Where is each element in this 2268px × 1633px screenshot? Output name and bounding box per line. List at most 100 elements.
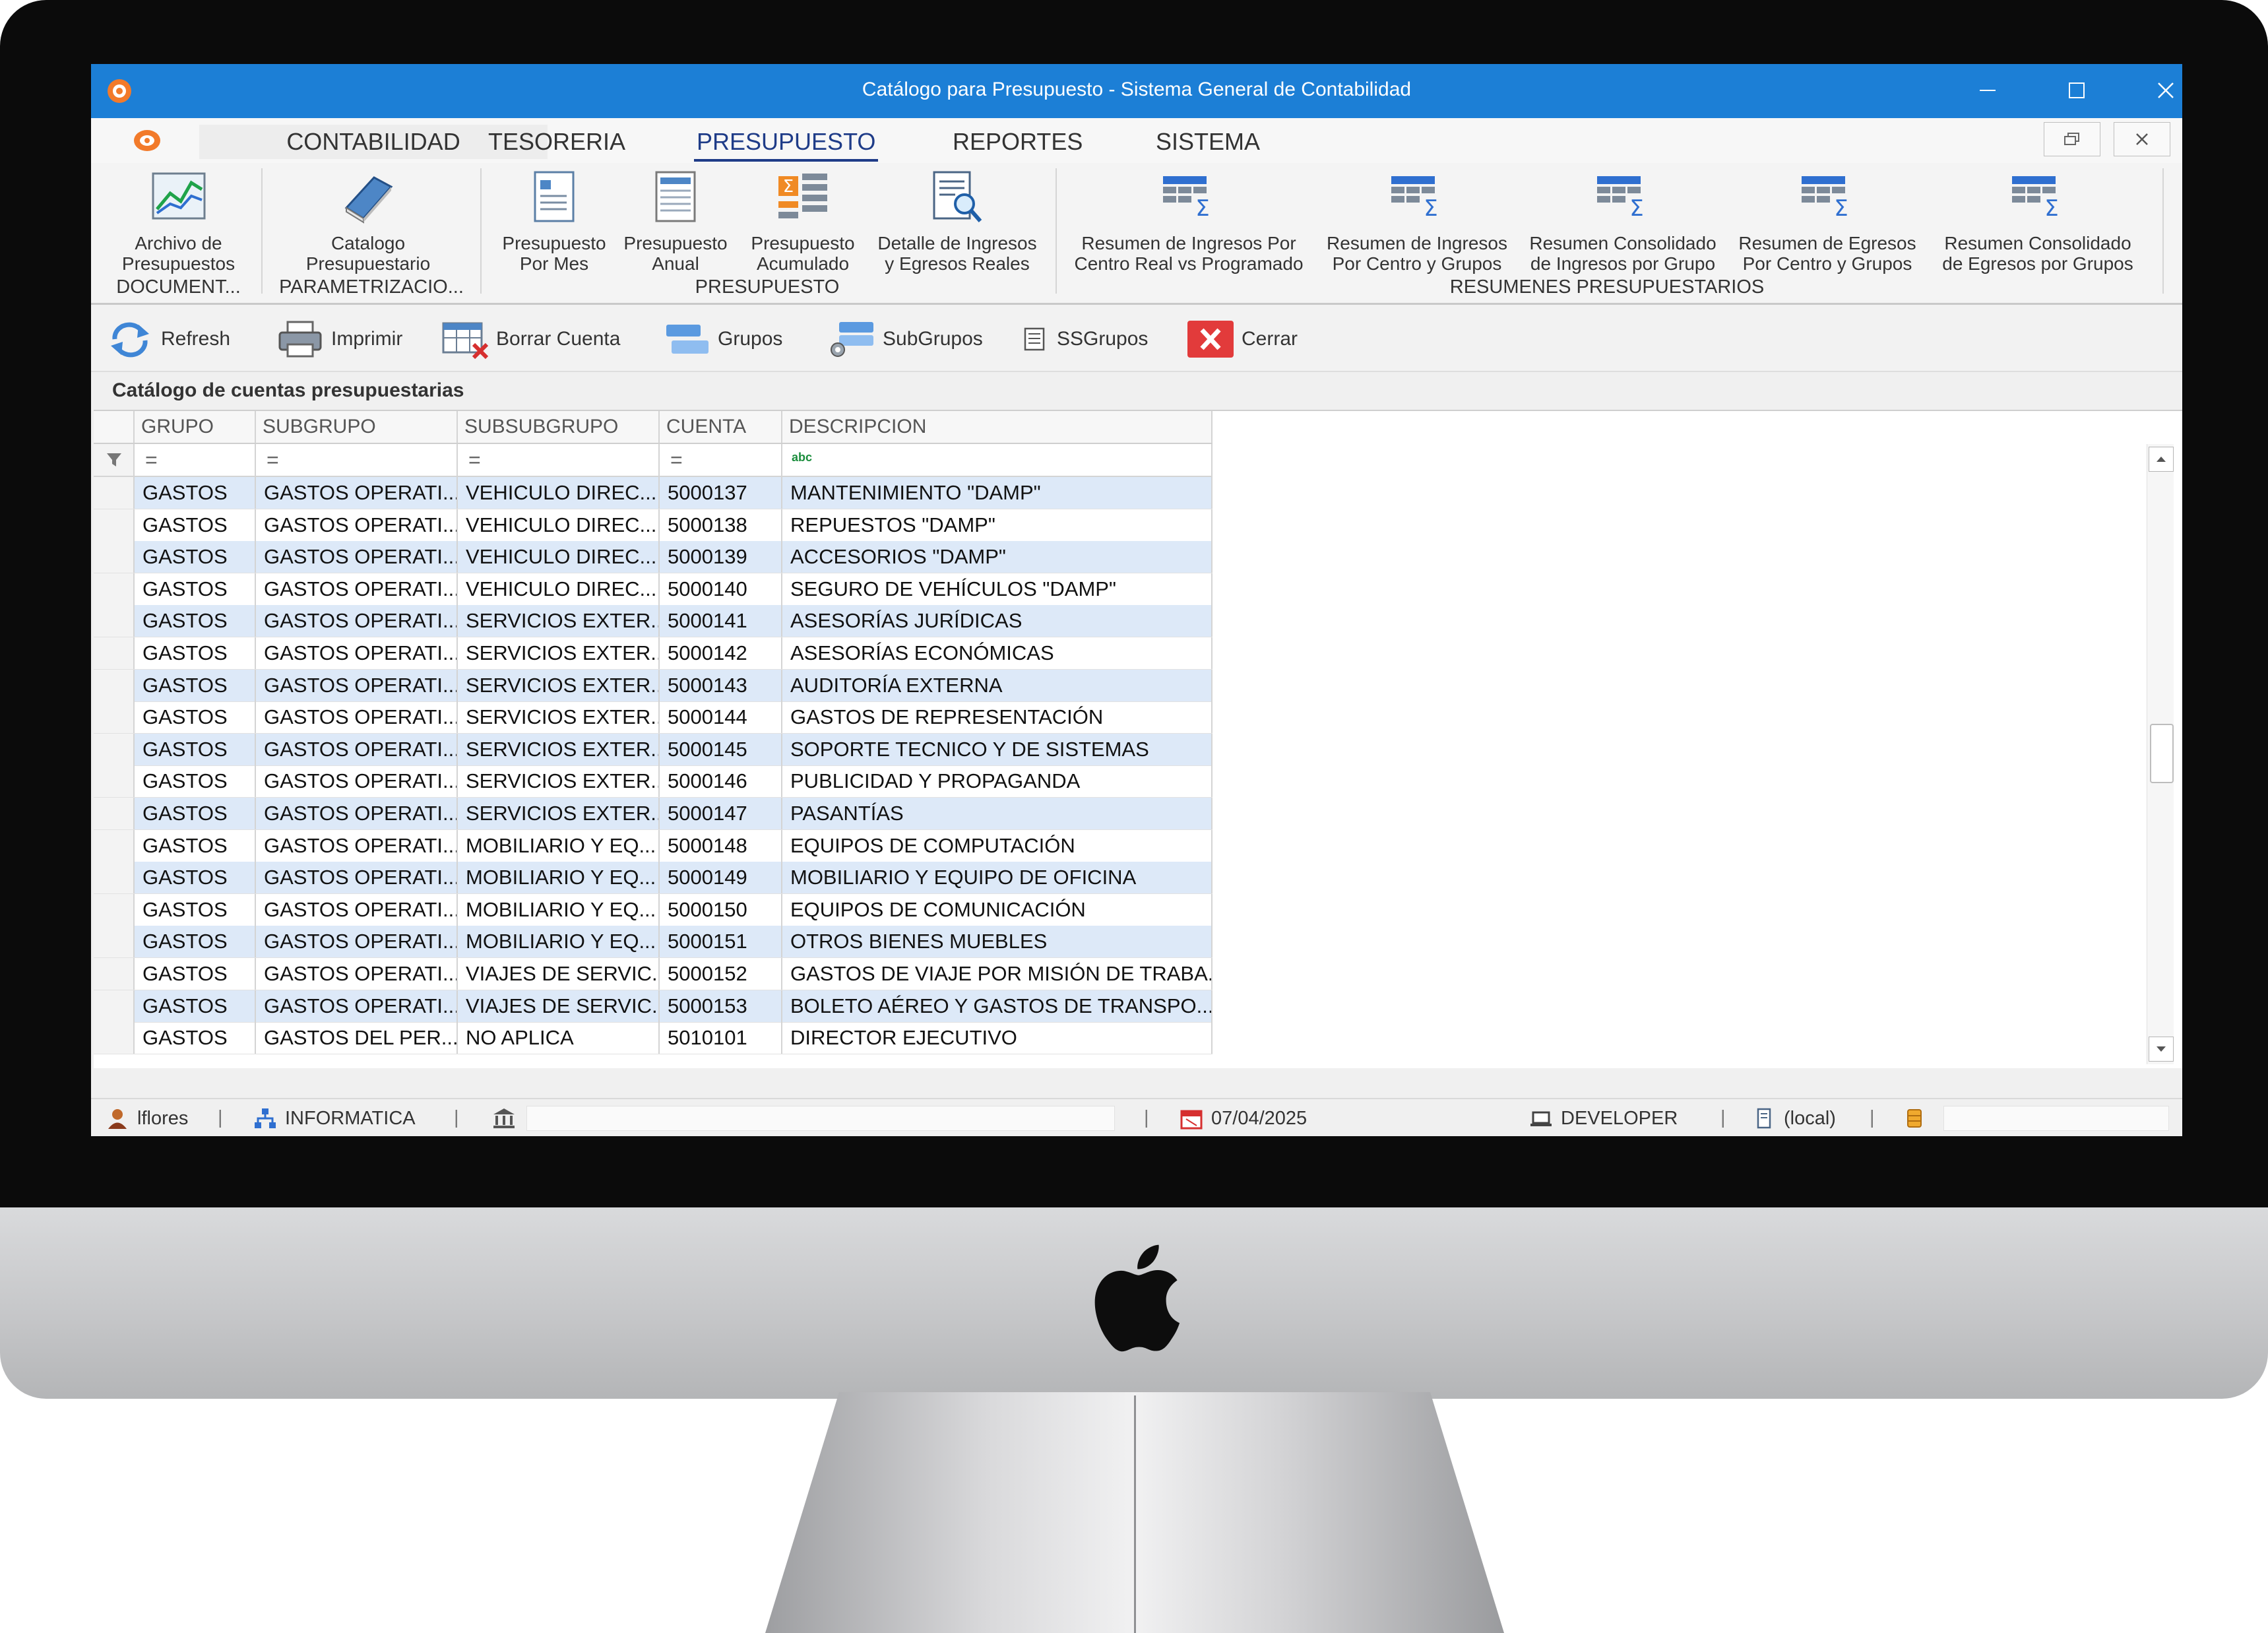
filter-subgrupo[interactable]: = bbox=[256, 444, 458, 476]
row-indicator[interactable] bbox=[94, 990, 135, 1022]
cell-descripcion[interactable]: ACCESORIOS "DAMP" bbox=[782, 541, 1213, 573]
tab-sistema[interactable]: SISTEMA bbox=[1153, 125, 1263, 159]
cell-subgrupo[interactable]: GASTOS OPERATI... bbox=[256, 765, 458, 798]
cell-subgrupo[interactable]: GASTOS OPERATI... bbox=[256, 926, 458, 958]
cell-cuenta[interactable]: 5000146 bbox=[660, 765, 782, 798]
row-indicator[interactable] bbox=[94, 669, 135, 701]
detalle-ingresos-egresos-button[interactable]: Detalle de Ingresos y Egresos Reales bbox=[868, 170, 1046, 274]
cell-grupo[interactable]: GASTOS bbox=[135, 477, 256, 509]
cell-subsubgrupo[interactable]: VEHICULO DIREC... bbox=[458, 509, 660, 541]
close-window-button[interactable] bbox=[2139, 71, 2182, 110]
cell-subgrupo[interactable]: GASTOS OPERATI... bbox=[256, 477, 458, 509]
row-indicator[interactable] bbox=[94, 765, 135, 798]
table-row[interactable]: GASTOS GASTOS DEL PER... NO APLICA 5010101 D… bbox=[94, 1022, 1213, 1055]
row-indicator[interactable] bbox=[94, 541, 135, 573]
cell-subsubgrupo[interactable]: SERVICIOS EXTER... bbox=[458, 669, 660, 701]
cell-grupo[interactable]: GASTOS bbox=[135, 958, 256, 990]
cell-subsubgrupo[interactable]: MOBILIARIO Y EQ... bbox=[458, 862, 660, 894]
presupuesto-por-mes-button[interactable]: Presupuesto Por Mes bbox=[493, 170, 615, 274]
row-indicator[interactable] bbox=[94, 862, 135, 894]
resumen-egresos-grupos-button[interactable]: Σ Resumen de Egresos Por Centro y Grupos bbox=[1730, 170, 1925, 274]
resumen-consolidado-egresos-button[interactable]: Σ Resumen Consolidado de Egresos por Gru… bbox=[1933, 170, 2143, 274]
close-mdi-button[interactable] bbox=[2114, 122, 2170, 156]
cell-subsubgrupo[interactable]: VEHICULO DIREC... bbox=[458, 573, 660, 605]
cell-descripcion[interactable]: PUBLICIDAD Y PROPAGANDA bbox=[782, 765, 1213, 798]
filter-subsubgrupo[interactable]: = bbox=[458, 444, 660, 476]
cell-descripcion[interactable]: ASESORÍAS ECONÓMICAS bbox=[782, 637, 1213, 669]
table-row[interactable]: GASTOS GASTOS OPERATI... SERVICIOS EXTER..… bbox=[94, 605, 1213, 638]
vertical-scrollbar[interactable] bbox=[2147, 444, 2174, 1064]
archivo-presupuestos-button[interactable]: Archivo de Presupuestos bbox=[104, 170, 253, 274]
cell-subgrupo[interactable]: GASTOS DEL PER... bbox=[256, 1022, 458, 1054]
cell-subgrupo[interactable]: GASTOS OPERATI... bbox=[256, 637, 458, 669]
cell-subgrupo[interactable]: GASTOS OPERATI... bbox=[256, 669, 458, 701]
cell-subgrupo[interactable]: GASTOS OPERATI... bbox=[256, 893, 458, 926]
row-indicator[interactable] bbox=[94, 637, 135, 669]
cell-subsubgrupo[interactable]: VEHICULO DIREC... bbox=[458, 477, 660, 509]
cell-subsubgrupo[interactable]: MOBILIARIO Y EQ... bbox=[458, 893, 660, 926]
column-header-cuenta[interactable]: CUENTA bbox=[660, 411, 782, 443]
cell-grupo[interactable]: GASTOS bbox=[135, 1022, 256, 1054]
minimize-button[interactable] bbox=[1961, 71, 2014, 110]
table-row[interactable]: GASTOS GASTOS OPERATI... MOBILIARIO Y EQ..… bbox=[94, 829, 1213, 862]
cell-descripcion[interactable]: SOPORTE TECNICO Y DE SISTEMAS bbox=[782, 733, 1213, 765]
cell-subgrupo[interactable]: GASTOS OPERATI... bbox=[256, 798, 458, 829]
resumen-consolidado-ingresos-button[interactable]: Σ Resumen Consolidado de Ingresos por Gr… bbox=[1523, 170, 1723, 274]
tab-reportes[interactable]: REPORTES bbox=[950, 125, 1085, 159]
cell-grupo[interactable]: GASTOS bbox=[135, 765, 256, 798]
table-row[interactable]: GASTOS GASTOS OPERATI... SERVICIOS EXTER..… bbox=[94, 637, 1213, 670]
row-indicator[interactable] bbox=[94, 893, 135, 926]
cell-descripcion[interactable]: AUDITORÍA EXTERNA bbox=[782, 669, 1213, 701]
table-row[interactable]: GASTOS GASTOS OPERATI... VEHICULO DIREC...… bbox=[94, 573, 1213, 606]
row-indicator[interactable] bbox=[94, 477, 135, 509]
cell-subsubgrupo[interactable]: SERVICIOS EXTER... bbox=[458, 605, 660, 637]
cell-grupo[interactable]: GASTOS bbox=[135, 829, 256, 862]
cell-subgrupo[interactable]: GASTOS OPERATI... bbox=[256, 958, 458, 990]
cell-subgrupo[interactable]: GASTOS OPERATI... bbox=[256, 990, 458, 1022]
maximize-button[interactable] bbox=[2050, 71, 2103, 110]
cell-grupo[interactable]: GASTOS bbox=[135, 509, 256, 541]
cell-cuenta[interactable]: 5000150 bbox=[660, 893, 782, 926]
cell-descripcion[interactable]: ASESORÍAS JURÍDICAS bbox=[782, 605, 1213, 637]
cell-descripcion[interactable]: REPUESTOS "DAMP" bbox=[782, 509, 1213, 541]
cell-cuenta[interactable]: 5000141 bbox=[660, 605, 782, 637]
row-indicator[interactable] bbox=[94, 573, 135, 605]
cell-subgrupo[interactable]: GASTOS OPERATI... bbox=[256, 733, 458, 765]
column-header-descripcion[interactable]: DESCRIPCION bbox=[782, 411, 1213, 443]
cell-grupo[interactable]: GASTOS bbox=[135, 605, 256, 637]
cell-cuenta[interactable]: 5000153 bbox=[660, 990, 782, 1022]
cell-cuenta[interactable]: 5010101 bbox=[660, 1022, 782, 1054]
cell-grupo[interactable]: GASTOS bbox=[135, 701, 256, 734]
tab-presupuesto[interactable]: PRESUPUESTO bbox=[694, 125, 879, 162]
print-button[interactable]: Imprimir bbox=[276, 319, 402, 359]
presupuesto-acumulado-button[interactable]: Σ Presupuesto Acumulado bbox=[741, 170, 865, 274]
cell-cuenta[interactable]: 5000148 bbox=[660, 829, 782, 862]
cell-subsubgrupo[interactable]: SERVICIOS EXTER... bbox=[458, 765, 660, 798]
cell-subgrupo[interactable]: GASTOS OPERATI... bbox=[256, 509, 458, 541]
cell-subsubgrupo[interactable]: VIAJES DE SERVIC... bbox=[458, 990, 660, 1022]
row-indicator[interactable] bbox=[94, 829, 135, 862]
scroll-down-button[interactable] bbox=[2149, 1037, 2174, 1062]
subgroups-button[interactable]: SubGrupos bbox=[827, 319, 983, 359]
cell-cuenta[interactable]: 5000140 bbox=[660, 573, 782, 605]
cell-descripcion[interactable]: MOBILIARIO Y EQUIPO DE OFICINA bbox=[782, 862, 1213, 894]
cell-grupo[interactable]: GASTOS bbox=[135, 893, 256, 926]
cell-descripcion[interactable]: MANTENIMIENTO "DAMP" bbox=[782, 477, 1213, 509]
delete-account-button[interactable]: Borrar Cuenta bbox=[441, 319, 620, 359]
cell-grupo[interactable]: GASTOS bbox=[135, 990, 256, 1022]
cell-descripcion[interactable]: EQUIPOS DE COMPUTACIÓN bbox=[782, 829, 1213, 862]
table-row[interactable]: GASTOS GASTOS OPERATI... SERVICIOS EXTER..… bbox=[94, 733, 1213, 766]
restore-mdi-button[interactable] bbox=[2044, 122, 2100, 156]
cell-cuenta[interactable]: 5000138 bbox=[660, 509, 782, 541]
row-indicator[interactable] bbox=[94, 958, 135, 990]
ssgroups-button[interactable]: SSGrupos bbox=[1021, 319, 1148, 359]
cell-subsubgrupo[interactable]: NO APLICA bbox=[458, 1022, 660, 1054]
cell-cuenta[interactable]: 5000151 bbox=[660, 926, 782, 958]
cell-cuenta[interactable]: 5000143 bbox=[660, 669, 782, 701]
catalogo-presupuestario-button[interactable]: Catalogo Presupuestario bbox=[282, 170, 454, 274]
cell-subsubgrupo[interactable]: SERVICIOS EXTER... bbox=[458, 798, 660, 829]
filter-cuenta[interactable]: = bbox=[660, 444, 782, 476]
row-indicator[interactable] bbox=[94, 605, 135, 637]
cell-descripcion[interactable]: GASTOS DE VIAJE POR MISIÓN DE TRABA... bbox=[782, 958, 1213, 990]
table-row[interactable]: GASTOS GASTOS OPERATI... MOBILIARIO Y EQ..… bbox=[94, 862, 1213, 895]
